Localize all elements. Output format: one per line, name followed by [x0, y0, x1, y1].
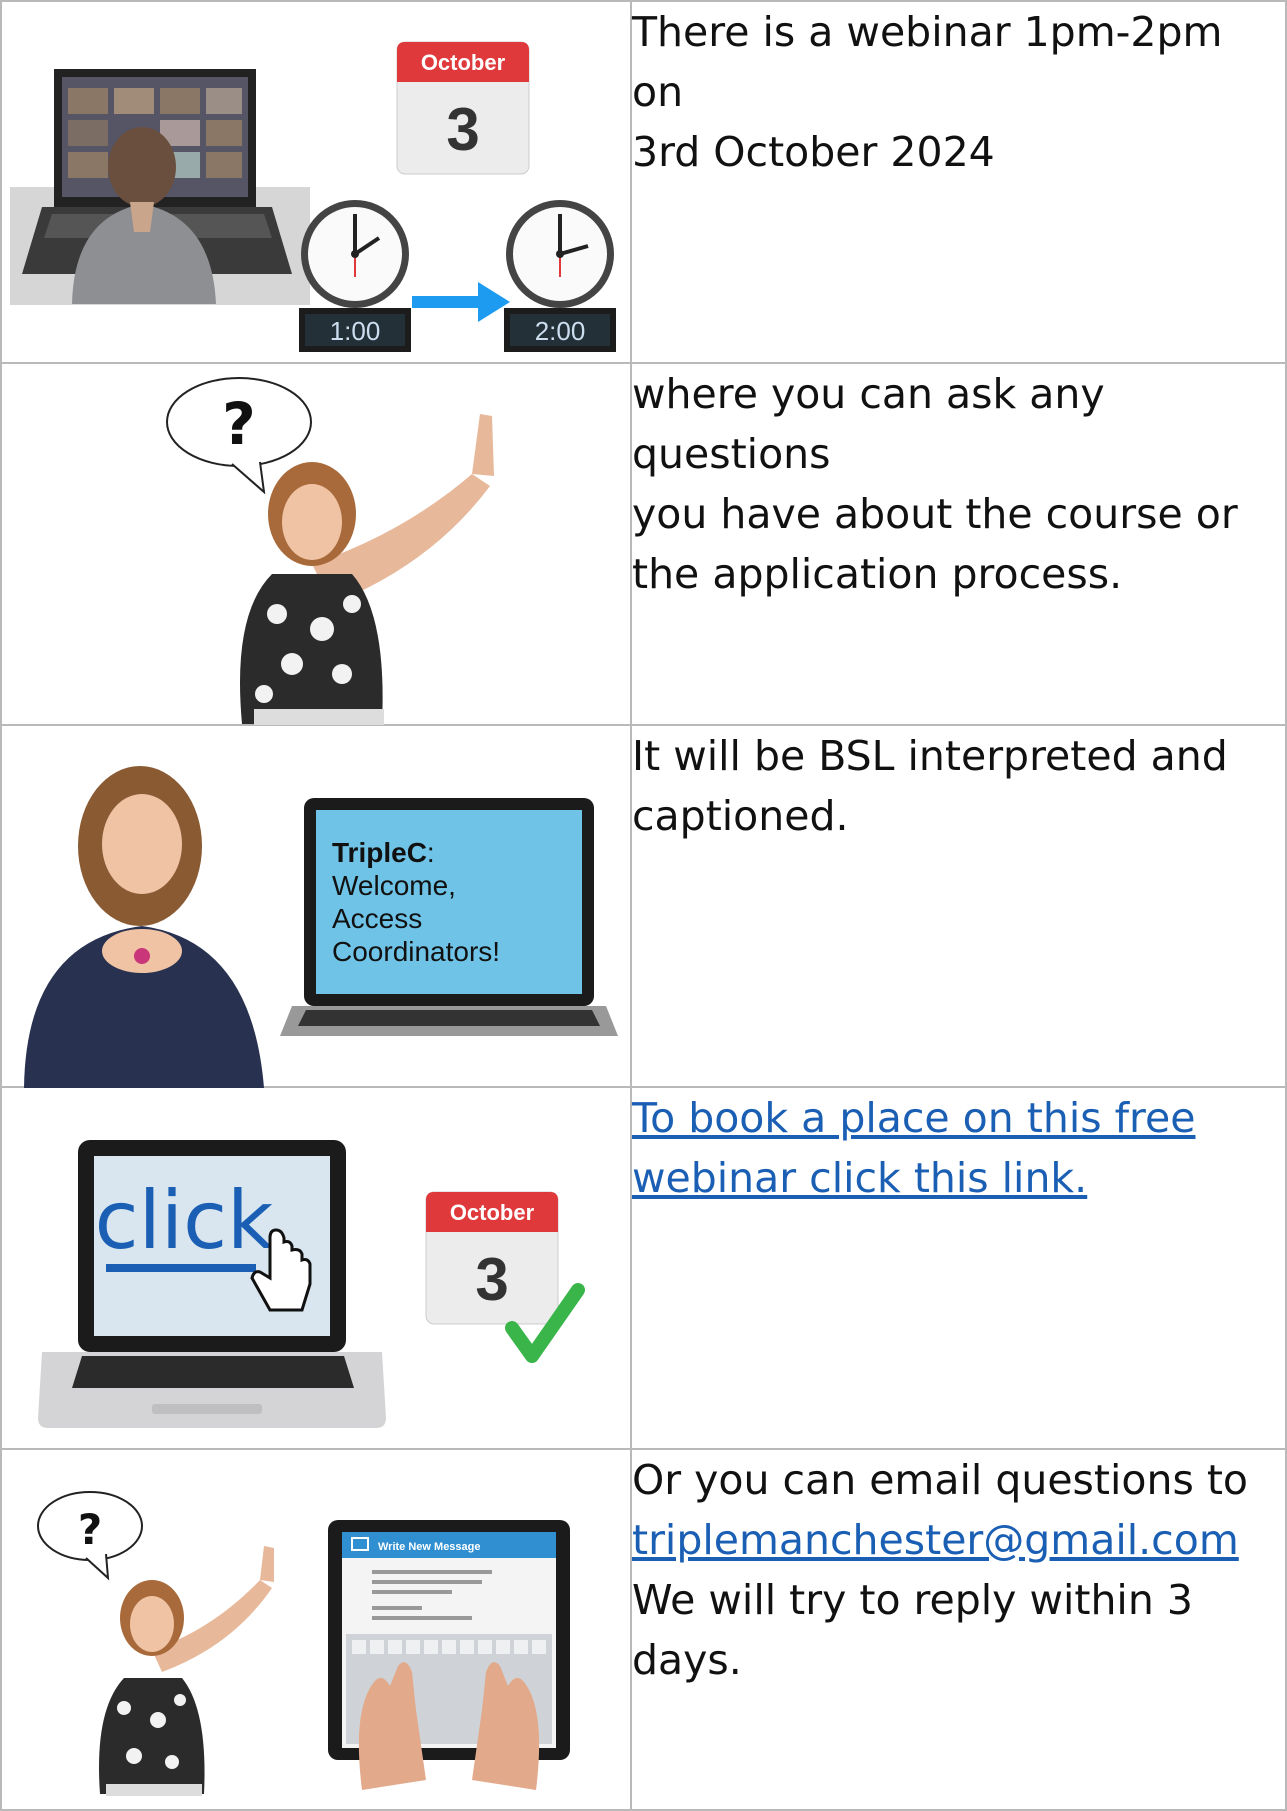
row-email-questions: ? Write New Message Or you can email que… — [0, 1448, 1287, 1811]
calendar-month: October — [450, 1200, 535, 1225]
email-link[interactable]: triplemanchester@gmail.com — [632, 1510, 1285, 1570]
email-questions-illustration: ? Write New Message — [37, 1491, 570, 1796]
text-cell: There is a webinar 1pm-2pm on 3rd Octobe… — [630, 0, 1287, 364]
illustration-cell: October 3 1:00 2:00 — [0, 0, 632, 364]
illustration-cell: ? — [0, 362, 632, 726]
illustration-cell: click October 3 — [0, 1086, 632, 1450]
calendar-month: October — [421, 50, 506, 75]
laptop-video-call — [10, 69, 310, 305]
row-text-line: 3rd October 2024 — [632, 128, 995, 176]
text-cell: To book a place on this free webinar cli… — [630, 1086, 1287, 1450]
text-cell: It will be BSL interpreted and captioned… — [630, 724, 1287, 1088]
question-mark: ? — [78, 1505, 102, 1554]
calendar-day: 3 — [446, 96, 479, 163]
screen-title: TripleC — [332, 837, 427, 868]
row-webinar-time: October 3 1:00 2:00 There is a webinar 1… — [0, 0, 1287, 364]
row-ask-questions: ? where you can ask any questions you ha… — [0, 362, 1287, 726]
screen-click-word: click — [95, 1174, 274, 1267]
screen-line: Coordinators! — [332, 936, 501, 967]
clock-end-readout: 2:00 — [535, 316, 586, 346]
webinar-time-illustration: October 3 1:00 2:00 — [10, 41, 616, 352]
row-text-line: you have about the course or — [632, 490, 1238, 538]
screen-line: Access — [332, 903, 423, 934]
tablet-header: Write New Message — [378, 1541, 481, 1553]
link-text-line: webinar click this link. — [632, 1154, 1088, 1202]
laptop-click: click — [38, 1140, 386, 1428]
illustration-cell: TripleC: Welcome, Access Coordinators! — [0, 724, 632, 1088]
text-cell: where you can ask any questions you have… — [630, 362, 1287, 726]
book-webinar-link[interactable]: To book a place on this free webinar cli… — [632, 1088, 1285, 1208]
row-text-line: captioned. — [632, 792, 849, 840]
easy-read-page: October 3 1:00 2:00 There is a webinar 1… — [0, 0, 1287, 1811]
person-raising-hand — [99, 1546, 274, 1796]
row-text-line: There is a webinar 1pm-2pm on — [632, 8, 1223, 116]
calendar-icon: October 3 — [396, 41, 530, 175]
row-text-line: where you can ask any questions — [632, 370, 1105, 478]
link-text-line: To book a place on this free — [632, 1094, 1196, 1142]
row-book-place: click October 3 To book a place on this … — [0, 1086, 1287, 1450]
clock-icon: 2:00 — [504, 200, 616, 352]
row-bsl-captions: TripleC: Welcome, Access Coordinators! I… — [0, 724, 1287, 1088]
text-cell: Or you can email questions to triplemanc… — [630, 1448, 1287, 1811]
clock-icon: 1:00 — [299, 200, 411, 352]
easy-read-table: October 3 1:00 2:00 There is a webinar 1… — [0, 0, 1287, 1811]
speech-bubble-question-icon: ? — [37, 1491, 143, 1581]
person-raising-hand — [240, 414, 494, 725]
ask-questions-illustration: ? — [166, 377, 494, 725]
row-text-line: We will try to reply within 3 days. — [632, 1576, 1193, 1684]
screen-line: Welcome, — [332, 870, 456, 901]
bsl-captions-illustration — [24, 766, 618, 1088]
laptop-caption-text: TripleC: Welcome, Access Coordinators! — [332, 836, 500, 968]
calendar-icon: October 3 — [425, 1191, 559, 1325]
arrow-right-icon — [412, 282, 510, 322]
row-text-line: Or you can email questions to — [632, 1456, 1249, 1504]
tablet-email: Write New Message — [328, 1520, 570, 1790]
row-text-line: the application process. — [632, 550, 1123, 598]
row-text-line: It will be BSL interpreted and — [632, 732, 1228, 780]
clock-start-readout: 1:00 — [330, 316, 381, 346]
calendar-day: 3 — [475, 1246, 508, 1313]
illustration-cell: ? — [0, 1448, 632, 1811]
book-place-illustration: click October 3 — [38, 1140, 585, 1428]
screen-colon: : — [426, 837, 435, 868]
person-signing-bsl — [24, 766, 264, 1088]
question-mark: ? — [222, 390, 256, 458]
